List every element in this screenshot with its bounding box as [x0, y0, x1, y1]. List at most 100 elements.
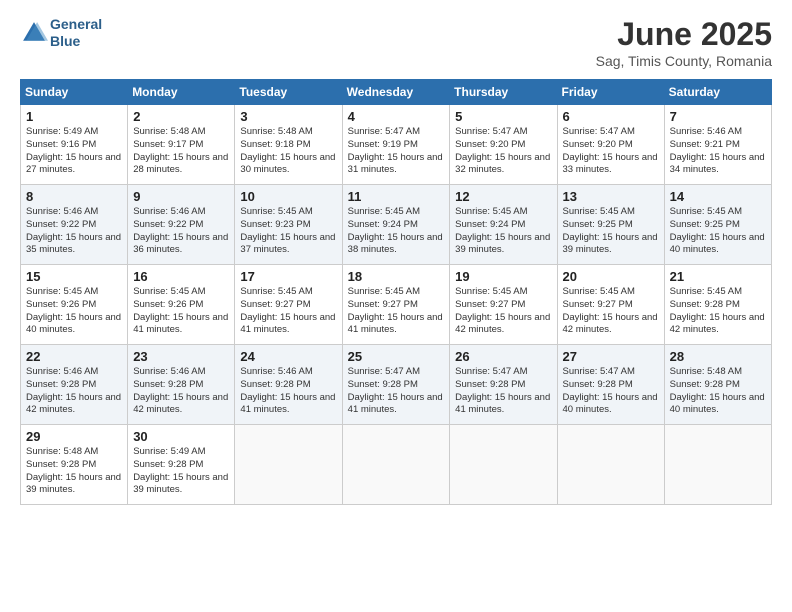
day-number: 7 — [670, 109, 766, 124]
day-number: 9 — [133, 189, 229, 204]
header-row: Sunday Monday Tuesday Wednesday Thursday… — [21, 80, 772, 105]
subtitle: Sag, Timis County, Romania — [596, 53, 772, 69]
col-saturday: Saturday — [664, 80, 771, 105]
day-number: 1 — [26, 109, 122, 124]
col-sunday: Sunday — [21, 80, 128, 105]
day-info: Sunrise: 5:45 AM Sunset: 9:27 PM Dayligh… — [240, 286, 336, 337]
day-info: Sunrise: 5:46 AM Sunset: 9:28 PM Dayligh… — [240, 366, 336, 417]
day-number: 5 — [455, 109, 551, 124]
month-title: June 2025 — [596, 16, 772, 53]
day-info: Sunrise: 5:48 AM Sunset: 9:28 PM Dayligh… — [670, 366, 766, 417]
col-monday: Monday — [128, 80, 235, 105]
calendar-cell: 28 Sunrise: 5:48 AM Sunset: 9:28 PM Dayl… — [664, 345, 771, 425]
logo-icon — [20, 19, 48, 47]
calendar-cell: 17 Sunrise: 5:45 AM Sunset: 9:27 PM Dayl… — [235, 265, 342, 345]
week-row: 8 Sunrise: 5:46 AM Sunset: 9:22 PM Dayli… — [21, 185, 772, 265]
header: General Blue June 2025 Sag, Timis County… — [20, 16, 772, 69]
day-info: Sunrise: 5:45 AM Sunset: 9:26 PM Dayligh… — [26, 286, 122, 337]
calendar-cell: 26 Sunrise: 5:47 AM Sunset: 9:28 PM Dayl… — [450, 345, 557, 425]
day-number: 14 — [670, 189, 766, 204]
day-info: Sunrise: 5:45 AM Sunset: 9:27 PM Dayligh… — [348, 286, 445, 337]
day-info: Sunrise: 5:47 AM Sunset: 9:20 PM Dayligh… — [455, 126, 551, 177]
day-number: 25 — [348, 349, 445, 364]
day-number: 2 — [133, 109, 229, 124]
day-info: Sunrise: 5:45 AM Sunset: 9:25 PM Dayligh… — [563, 206, 659, 257]
day-number: 8 — [26, 189, 122, 204]
week-row: 22 Sunrise: 5:46 AM Sunset: 9:28 PM Dayl… — [21, 345, 772, 425]
calendar-cell: 30 Sunrise: 5:49 AM Sunset: 9:28 PM Dayl… — [128, 425, 235, 505]
logo: General Blue — [20, 16, 102, 50]
day-info: Sunrise: 5:45 AM Sunset: 9:27 PM Dayligh… — [455, 286, 551, 337]
week-row: 15 Sunrise: 5:45 AM Sunset: 9:26 PM Dayl… — [21, 265, 772, 345]
day-info: Sunrise: 5:49 AM Sunset: 9:28 PM Dayligh… — [133, 446, 229, 497]
day-number: 19 — [455, 269, 551, 284]
col-wednesday: Wednesday — [342, 80, 450, 105]
day-info: Sunrise: 5:46 AM Sunset: 9:28 PM Dayligh… — [133, 366, 229, 417]
day-number: 26 — [455, 349, 551, 364]
calendar-cell: 10 Sunrise: 5:45 AM Sunset: 9:23 PM Dayl… — [235, 185, 342, 265]
calendar-cell: 16 Sunrise: 5:45 AM Sunset: 9:26 PM Dayl… — [128, 265, 235, 345]
calendar-cell: 20 Sunrise: 5:45 AM Sunset: 9:27 PM Dayl… — [557, 265, 664, 345]
day-number: 12 — [455, 189, 551, 204]
day-number: 28 — [670, 349, 766, 364]
calendar-cell: 21 Sunrise: 5:45 AM Sunset: 9:28 PM Dayl… — [664, 265, 771, 345]
day-info: Sunrise: 5:47 AM Sunset: 9:28 PM Dayligh… — [563, 366, 659, 417]
day-info: Sunrise: 5:49 AM Sunset: 9:16 PM Dayligh… — [26, 126, 122, 177]
title-area: June 2025 Sag, Timis County, Romania — [596, 16, 772, 69]
day-number: 13 — [563, 189, 659, 204]
week-row: 29 Sunrise: 5:48 AM Sunset: 9:28 PM Dayl… — [21, 425, 772, 505]
calendar-cell: 18 Sunrise: 5:45 AM Sunset: 9:27 PM Dayl… — [342, 265, 450, 345]
calendar-table: Sunday Monday Tuesday Wednesday Thursday… — [20, 79, 772, 505]
logo-line2: Blue — [50, 33, 102, 50]
calendar-cell: 8 Sunrise: 5:46 AM Sunset: 9:22 PM Dayli… — [21, 185, 128, 265]
day-info: Sunrise: 5:46 AM Sunset: 9:22 PM Dayligh… — [26, 206, 122, 257]
day-number: 3 — [240, 109, 336, 124]
day-info: Sunrise: 5:45 AM Sunset: 9:25 PM Dayligh… — [670, 206, 766, 257]
day-info: Sunrise: 5:45 AM Sunset: 9:24 PM Dayligh… — [348, 206, 445, 257]
day-info: Sunrise: 5:45 AM Sunset: 9:24 PM Dayligh… — [455, 206, 551, 257]
day-info: Sunrise: 5:48 AM Sunset: 9:28 PM Dayligh… — [26, 446, 122, 497]
calendar-cell: 2 Sunrise: 5:48 AM Sunset: 9:17 PM Dayli… — [128, 105, 235, 185]
day-number: 15 — [26, 269, 122, 284]
calendar-cell: 15 Sunrise: 5:45 AM Sunset: 9:26 PM Dayl… — [21, 265, 128, 345]
calendar-cell: 29 Sunrise: 5:48 AM Sunset: 9:28 PM Dayl… — [21, 425, 128, 505]
day-number: 4 — [348, 109, 445, 124]
logo-line1: General — [50, 16, 102, 33]
day-info: Sunrise: 5:46 AM Sunset: 9:22 PM Dayligh… — [133, 206, 229, 257]
col-friday: Friday — [557, 80, 664, 105]
day-number: 27 — [563, 349, 659, 364]
calendar-cell: 12 Sunrise: 5:45 AM Sunset: 9:24 PM Dayl… — [450, 185, 557, 265]
col-thursday: Thursday — [450, 80, 557, 105]
day-info: Sunrise: 5:45 AM Sunset: 9:28 PM Dayligh… — [670, 286, 766, 337]
day-number: 16 — [133, 269, 229, 284]
calendar-cell: 4 Sunrise: 5:47 AM Sunset: 9:19 PM Dayli… — [342, 105, 450, 185]
day-info: Sunrise: 5:47 AM Sunset: 9:19 PM Dayligh… — [348, 126, 445, 177]
calendar-cell: 1 Sunrise: 5:49 AM Sunset: 9:16 PM Dayli… — [21, 105, 128, 185]
day-number: 21 — [670, 269, 766, 284]
day-info: Sunrise: 5:48 AM Sunset: 9:17 PM Dayligh… — [133, 126, 229, 177]
calendar-cell: 5 Sunrise: 5:47 AM Sunset: 9:20 PM Dayli… — [450, 105, 557, 185]
day-info: Sunrise: 5:45 AM Sunset: 9:26 PM Dayligh… — [133, 286, 229, 337]
day-number: 30 — [133, 429, 229, 444]
day-number: 23 — [133, 349, 229, 364]
day-info: Sunrise: 5:47 AM Sunset: 9:28 PM Dayligh… — [455, 366, 551, 417]
day-info: Sunrise: 5:47 AM Sunset: 9:20 PM Dayligh… — [563, 126, 659, 177]
day-info: Sunrise: 5:45 AM Sunset: 9:23 PM Dayligh… — [240, 206, 336, 257]
calendar-cell — [450, 425, 557, 505]
day-info: Sunrise: 5:46 AM Sunset: 9:28 PM Dayligh… — [26, 366, 122, 417]
calendar-cell — [664, 425, 771, 505]
day-number: 11 — [348, 189, 445, 204]
calendar-cell: 19 Sunrise: 5:45 AM Sunset: 9:27 PM Dayl… — [450, 265, 557, 345]
day-number: 20 — [563, 269, 659, 284]
calendar-cell — [235, 425, 342, 505]
day-number: 29 — [26, 429, 122, 444]
calendar-cell: 9 Sunrise: 5:46 AM Sunset: 9:22 PM Dayli… — [128, 185, 235, 265]
day-info: Sunrise: 5:48 AM Sunset: 9:18 PM Dayligh… — [240, 126, 336, 177]
calendar-cell: 11 Sunrise: 5:45 AM Sunset: 9:24 PM Dayl… — [342, 185, 450, 265]
calendar-cell — [557, 425, 664, 505]
calendar-cell: 25 Sunrise: 5:47 AM Sunset: 9:28 PM Dayl… — [342, 345, 450, 425]
calendar-cell: 24 Sunrise: 5:46 AM Sunset: 9:28 PM Dayl… — [235, 345, 342, 425]
calendar-cell: 3 Sunrise: 5:48 AM Sunset: 9:18 PM Dayli… — [235, 105, 342, 185]
col-tuesday: Tuesday — [235, 80, 342, 105]
calendar-cell: 7 Sunrise: 5:46 AM Sunset: 9:21 PM Dayli… — [664, 105, 771, 185]
